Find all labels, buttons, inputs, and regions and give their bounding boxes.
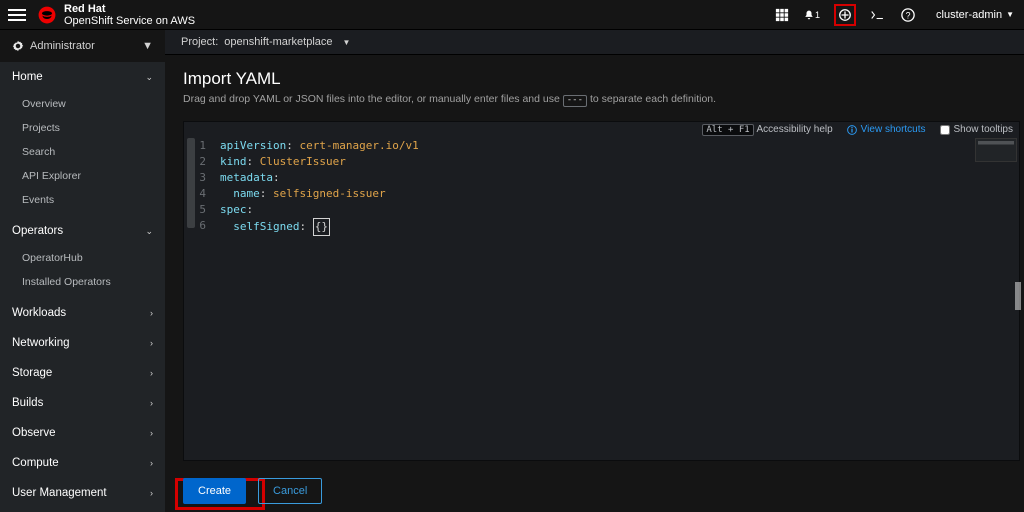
nav-section-label: Operators	[12, 225, 63, 237]
project-value: openshift-marketplace	[224, 36, 332, 48]
nav-section-storage[interactable]: Storage ›	[0, 358, 165, 388]
nav-item-search[interactable]: Search	[0, 140, 165, 164]
nav-section-home[interactable]: Home ⌄	[0, 62, 165, 92]
page-hint: Drag and drop YAML or JSON files into th…	[183, 93, 1006, 107]
brand-suffix: Service on AWS	[116, 15, 195, 27]
nav-section-label: Observe	[12, 427, 55, 439]
main: Project: openshift-marketplace ▼ Import …	[165, 30, 1024, 512]
svg-text:?: ?	[906, 10, 911, 20]
chevron-right-icon: ›	[150, 488, 153, 498]
page-title: Import YAML	[183, 69, 1006, 89]
code-area[interactable]: 123456 apiVersion: cert-manager.io/v1kin…	[184, 122, 1019, 236]
caret-down-icon: ▼	[1006, 10, 1014, 19]
resize-handle[interactable]	[1015, 282, 1021, 310]
minimap[interactable]	[975, 138, 1017, 162]
apps-icon[interactable]	[774, 7, 790, 23]
nav-item-events[interactable]: Events	[0, 188, 165, 212]
perspective-label: Administrator	[30, 40, 95, 52]
nav-section-observe[interactable]: Observe ›	[0, 418, 165, 448]
sidebar: Administrator ▼ Home ⌄ Overview Projects…	[0, 30, 165, 512]
nav-section-workloads[interactable]: Workloads ›	[0, 298, 165, 328]
project-label: Project:	[181, 36, 218, 48]
perspective-switcher[interactable]: Administrator ▼	[0, 30, 165, 62]
editor-toolbar: Alt + F1 Accessibility help View shortcu…	[702, 124, 1013, 135]
brand-product: OpenShift	[64, 15, 113, 27]
notifications-button[interactable]: 1	[804, 7, 820, 23]
import-yaml-button[interactable]	[834, 4, 856, 26]
nav-section-compute[interactable]: Compute ›	[0, 448, 165, 478]
notification-count: 1	[815, 10, 820, 20]
nav-item-api-explorer[interactable]: API Explorer	[0, 164, 165, 188]
nav-item-installed-operators[interactable]: Installed Operators	[0, 270, 165, 294]
redhat-logo-icon	[38, 6, 56, 24]
terminal-icon[interactable]	[870, 7, 886, 23]
footer-actions: Create Cancel	[183, 478, 322, 504]
brand-vendor: Red Hat	[64, 3, 106, 15]
nav-section-label: Builds	[12, 397, 43, 409]
nav-section-label: Compute	[12, 457, 59, 469]
caret-down-icon: ▼	[142, 40, 153, 52]
nav-section-networking[interactable]: Networking ›	[0, 328, 165, 358]
help-icon[interactable]: ?	[900, 7, 916, 23]
page-header: Import YAML Drag and drop YAML or JSON f…	[165, 55, 1024, 117]
nav-section-administration[interactable]: Administration›	[0, 508, 165, 512]
chevron-down-icon: ⌄	[145, 226, 153, 237]
caret-down-icon: ▼	[343, 38, 351, 47]
cancel-button[interactable]: Cancel	[258, 478, 322, 504]
create-button[interactable]: Create	[183, 478, 246, 504]
chevron-right-icon: ›	[150, 428, 153, 438]
gear-icon	[12, 40, 24, 52]
chevron-down-icon: ⌄	[145, 72, 153, 83]
user-name: cluster-admin	[936, 9, 1002, 21]
chevron-right-icon: ›	[150, 398, 153, 408]
nav-item-projects[interactable]: Projects	[0, 116, 165, 140]
chevron-right-icon: ›	[150, 338, 153, 348]
nav-section-label: Workloads	[12, 307, 66, 319]
user-menu[interactable]: cluster-admin ▼	[936, 9, 1014, 21]
nav-toggle-button[interactable]	[8, 9, 26, 21]
view-shortcuts-link[interactable]: View shortcuts	[847, 124, 926, 135]
nav-section-label: User Management	[12, 487, 107, 499]
nav-item-overview[interactable]: Overview	[0, 92, 165, 116]
nav-section-builds[interactable]: Builds ›	[0, 388, 165, 418]
nav-item-operatorhub[interactable]: OperatorHub	[0, 246, 165, 270]
info-icon	[847, 125, 857, 135]
show-tooltips-toggle[interactable]: Show tooltips	[940, 124, 1013, 135]
chevron-right-icon: ›	[150, 458, 153, 468]
chevron-right-icon: ›	[150, 308, 153, 318]
nav-section-label: Home	[12, 71, 43, 83]
nav-section-operators[interactable]: Operators ⌄	[0, 216, 165, 246]
masthead-actions: 1 ? cluster-admin ▼	[774, 4, 1014, 26]
nav-section-label: Networking	[12, 337, 70, 349]
chevron-right-icon: ›	[150, 368, 153, 378]
editor-scrollbar[interactable]	[186, 138, 196, 458]
nav-section-user-management[interactable]: User Management ›	[0, 478, 165, 508]
nav-section-label: Storage	[12, 367, 52, 379]
masthead: Red Hat OpenShift Service on AWS 1 ? clu…	[0, 0, 1024, 30]
accessibility-help: Alt + F1 Accessibility help	[702, 124, 832, 135]
triple-dash: ---	[563, 95, 587, 107]
brand: Red Hat OpenShift Service on AWS	[38, 3, 195, 27]
project-bar[interactable]: Project: openshift-marketplace ▼	[165, 30, 1024, 55]
yaml-editor[interactable]: Alt + F1 Accessibility help View shortcu…	[183, 121, 1020, 461]
